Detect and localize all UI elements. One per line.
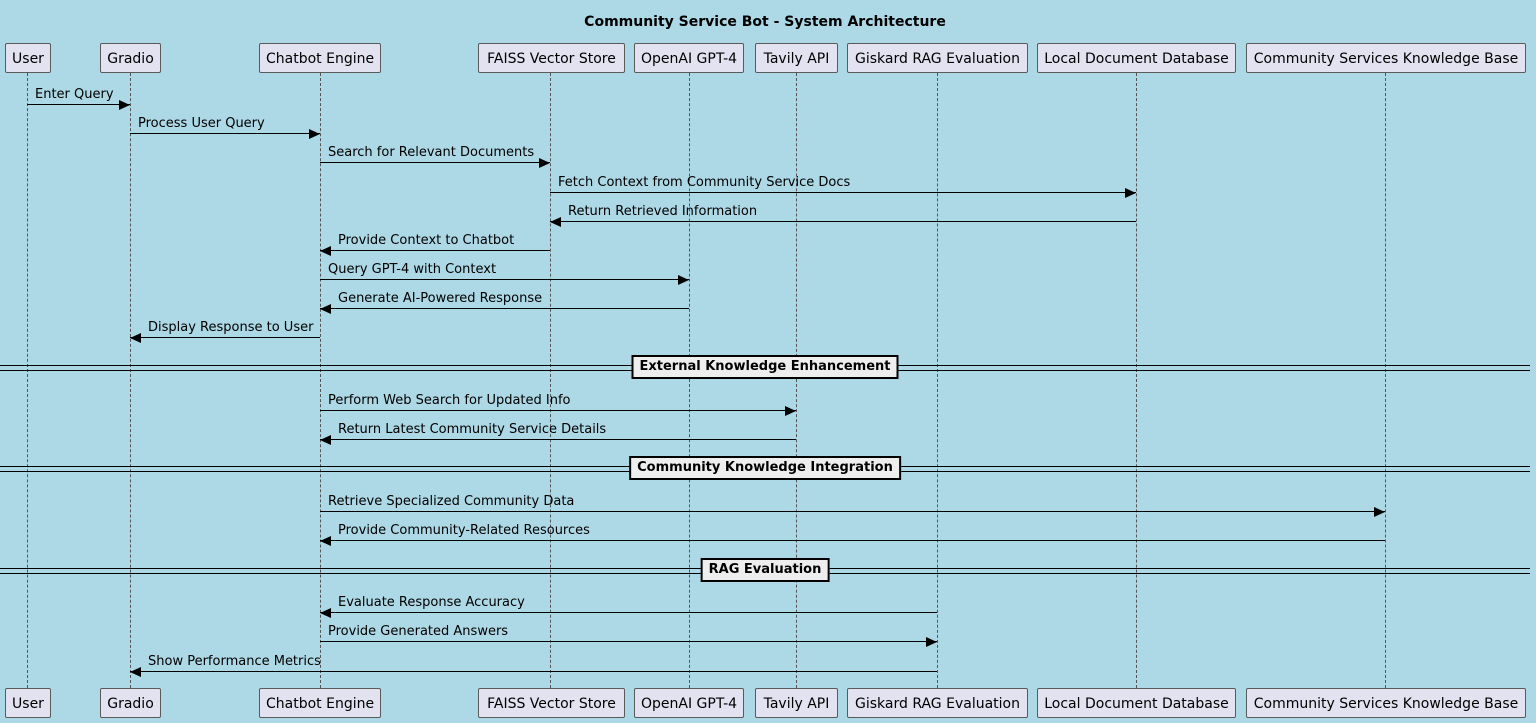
participant-bottom: FAISS Vector Store [478, 688, 625, 718]
message-arrow [130, 337, 320, 338]
section-divider-label: RAG Evaluation [700, 558, 830, 582]
arrowhead-icon [320, 435, 331, 445]
lifeline [937, 73, 938, 688]
message-label: Process User Query [138, 116, 265, 131]
diagram-title: Community Service Bot - System Architect… [584, 14, 946, 30]
arrowhead-icon [1374, 507, 1385, 517]
arrowhead-icon [678, 275, 689, 285]
section-divider-label: Community Knowledge Integration [629, 456, 901, 480]
message-arrow [130, 671, 937, 672]
arrowhead-icon [309, 129, 320, 139]
participant-bottom: Giskard RAG Evaluation [847, 688, 1028, 718]
lifeline [1385, 73, 1386, 688]
message-label: Return Retrieved Information [568, 204, 758, 219]
participant-top: Giskard RAG Evaluation [847, 43, 1028, 73]
message-label: Evaluate Response Accuracy [338, 595, 525, 610]
participant-bottom: User [5, 688, 51, 718]
arrowhead-icon [320, 304, 331, 314]
message-label: Query GPT-4 with Context [328, 262, 497, 277]
lifeline [550, 73, 551, 688]
message-label: Search for Relevant Documents [328, 145, 535, 160]
participant-bottom: Gradio [100, 688, 161, 718]
arrowhead-icon [130, 667, 141, 677]
arrowhead-icon [539, 158, 550, 168]
message-arrow [550, 192, 1136, 193]
message-label: Return Latest Community Service Details [338, 422, 607, 437]
participant-bottom: Local Document Database [1037, 688, 1236, 718]
message-arrow [550, 221, 1136, 222]
participant-top: Local Document Database [1037, 43, 1236, 73]
message-arrow [320, 439, 796, 440]
lifeline [796, 73, 797, 688]
message-label: Generate AI-Powered Response [338, 291, 543, 306]
participant-top: FAISS Vector Store [478, 43, 625, 73]
lifeline [130, 73, 131, 688]
message-label: Fetch Context from Community Service Doc… [558, 175, 851, 190]
arrowhead-icon [320, 246, 331, 256]
participant-bottom: Community Services Knowledge Base [1246, 688, 1526, 718]
arrowhead-icon [130, 333, 141, 343]
message-label: Show Performance Metrics [148, 654, 321, 669]
message-label: Enter Query [35, 87, 114, 102]
message-arrow [320, 540, 1385, 541]
arrowhead-icon [1125, 188, 1136, 198]
message-arrow [320, 162, 550, 163]
lifeline [1136, 73, 1137, 688]
arrowhead-icon [320, 536, 331, 546]
message-label: Provide Context to Chatbot [338, 233, 515, 248]
message-label: Provide Generated Answers [328, 624, 509, 639]
message-label: Perform Web Search for Updated Info [328, 393, 571, 408]
participant-top: OpenAI GPT-4 [634, 43, 744, 73]
message-arrow [27, 104, 130, 105]
participant-top: User [5, 43, 51, 73]
section-divider-label: External Knowledge Enhancement [631, 355, 899, 379]
arrowhead-icon [926, 637, 937, 647]
arrowhead-icon [119, 100, 130, 110]
message-arrow [320, 279, 689, 280]
message-label: Retrieve Specialized Community Data [328, 494, 575, 509]
message-arrow [130, 133, 320, 134]
lifeline [27, 73, 28, 688]
message-arrow [320, 410, 796, 411]
message-arrow [320, 250, 550, 251]
participant-bottom: OpenAI GPT-4 [634, 688, 744, 718]
message-label: Display Response to User [148, 320, 314, 335]
lifeline [320, 73, 321, 688]
message-label: Provide Community-Related Resources [338, 523, 590, 538]
participant-bottom: Chatbot Engine [259, 688, 381, 718]
message-arrow [320, 511, 1385, 512]
participant-top: Tavily API [755, 43, 838, 73]
arrowhead-icon [320, 608, 331, 618]
participant-top: Community Services Knowledge Base [1246, 43, 1526, 73]
message-arrow [320, 641, 937, 642]
message-arrow [320, 308, 689, 309]
lifeline [689, 73, 690, 688]
participant-top: Gradio [100, 43, 161, 73]
message-arrow [320, 612, 937, 613]
arrowhead-icon [785, 406, 796, 416]
participant-top: Chatbot Engine [259, 43, 381, 73]
participant-bottom: Tavily API [755, 688, 838, 718]
arrowhead-icon [550, 217, 561, 227]
